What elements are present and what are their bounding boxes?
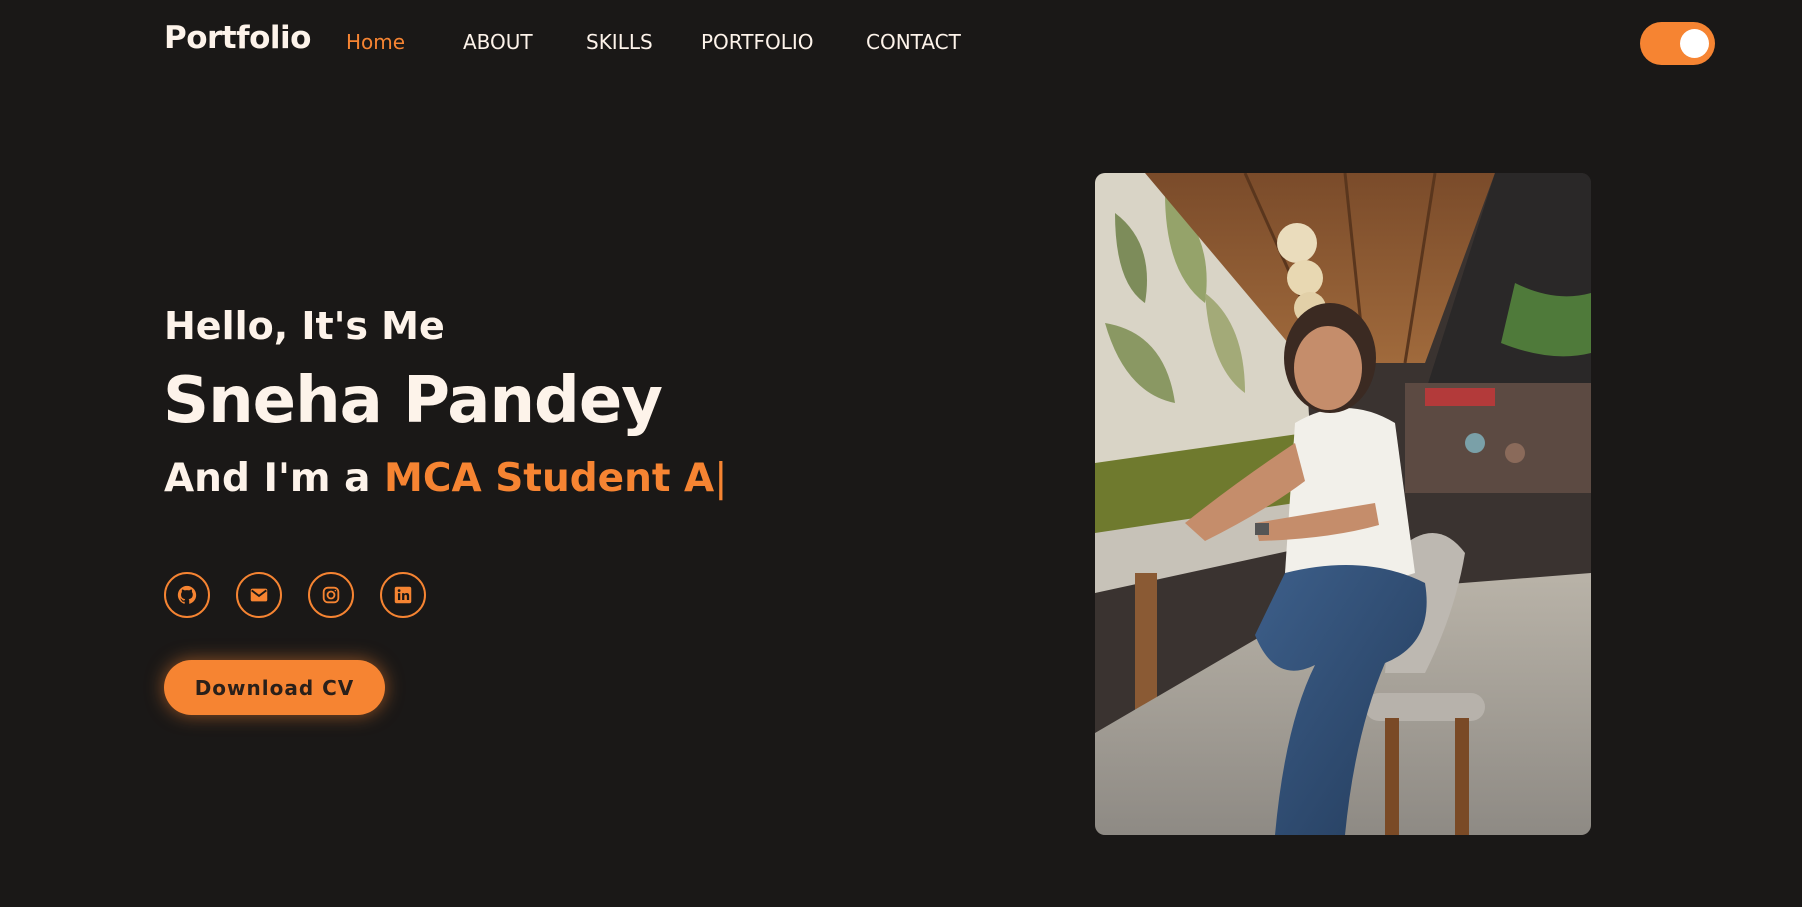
nav-portfolio[interactable]: PORTFOLIO xyxy=(701,30,814,54)
hero-role-line: And I'm a MCA Student A| xyxy=(164,456,727,501)
download-cv-button[interactable]: Download CV xyxy=(164,660,385,715)
email-link[interactable] xyxy=(236,572,282,618)
toggle-knob xyxy=(1680,29,1709,58)
hero-name: Sneha Pandey xyxy=(163,364,663,438)
typing-cursor: | xyxy=(714,456,728,501)
nav-contact[interactable]: CONTACT xyxy=(866,30,961,54)
github-link[interactable] xyxy=(164,572,210,618)
portfolio-page: Portfolio Home ABOUT SKILLS PORTFOLIO CO… xyxy=(0,0,1802,907)
github-icon xyxy=(177,585,197,604)
instagram-link[interactable] xyxy=(308,572,354,618)
instagram-icon xyxy=(322,586,340,604)
nav-about[interactable]: ABOUT xyxy=(463,30,533,54)
linkedin-link[interactable] xyxy=(380,572,426,618)
role-prefix: And I'm a xyxy=(164,456,385,501)
role-typed-text: MCA Student A xyxy=(384,456,715,501)
hero-greeting: Hello, It's Me xyxy=(164,304,445,348)
theme-toggle[interactable] xyxy=(1640,22,1715,65)
site-logo[interactable]: Portfolio xyxy=(164,20,311,56)
profile-photo xyxy=(1095,173,1591,835)
nav-skills[interactable]: SKILLS xyxy=(586,30,653,54)
profile-photo-illustration xyxy=(1095,173,1591,835)
mail-icon xyxy=(250,588,268,602)
nav-home[interactable]: Home xyxy=(346,30,405,54)
linkedin-icon xyxy=(394,586,412,604)
